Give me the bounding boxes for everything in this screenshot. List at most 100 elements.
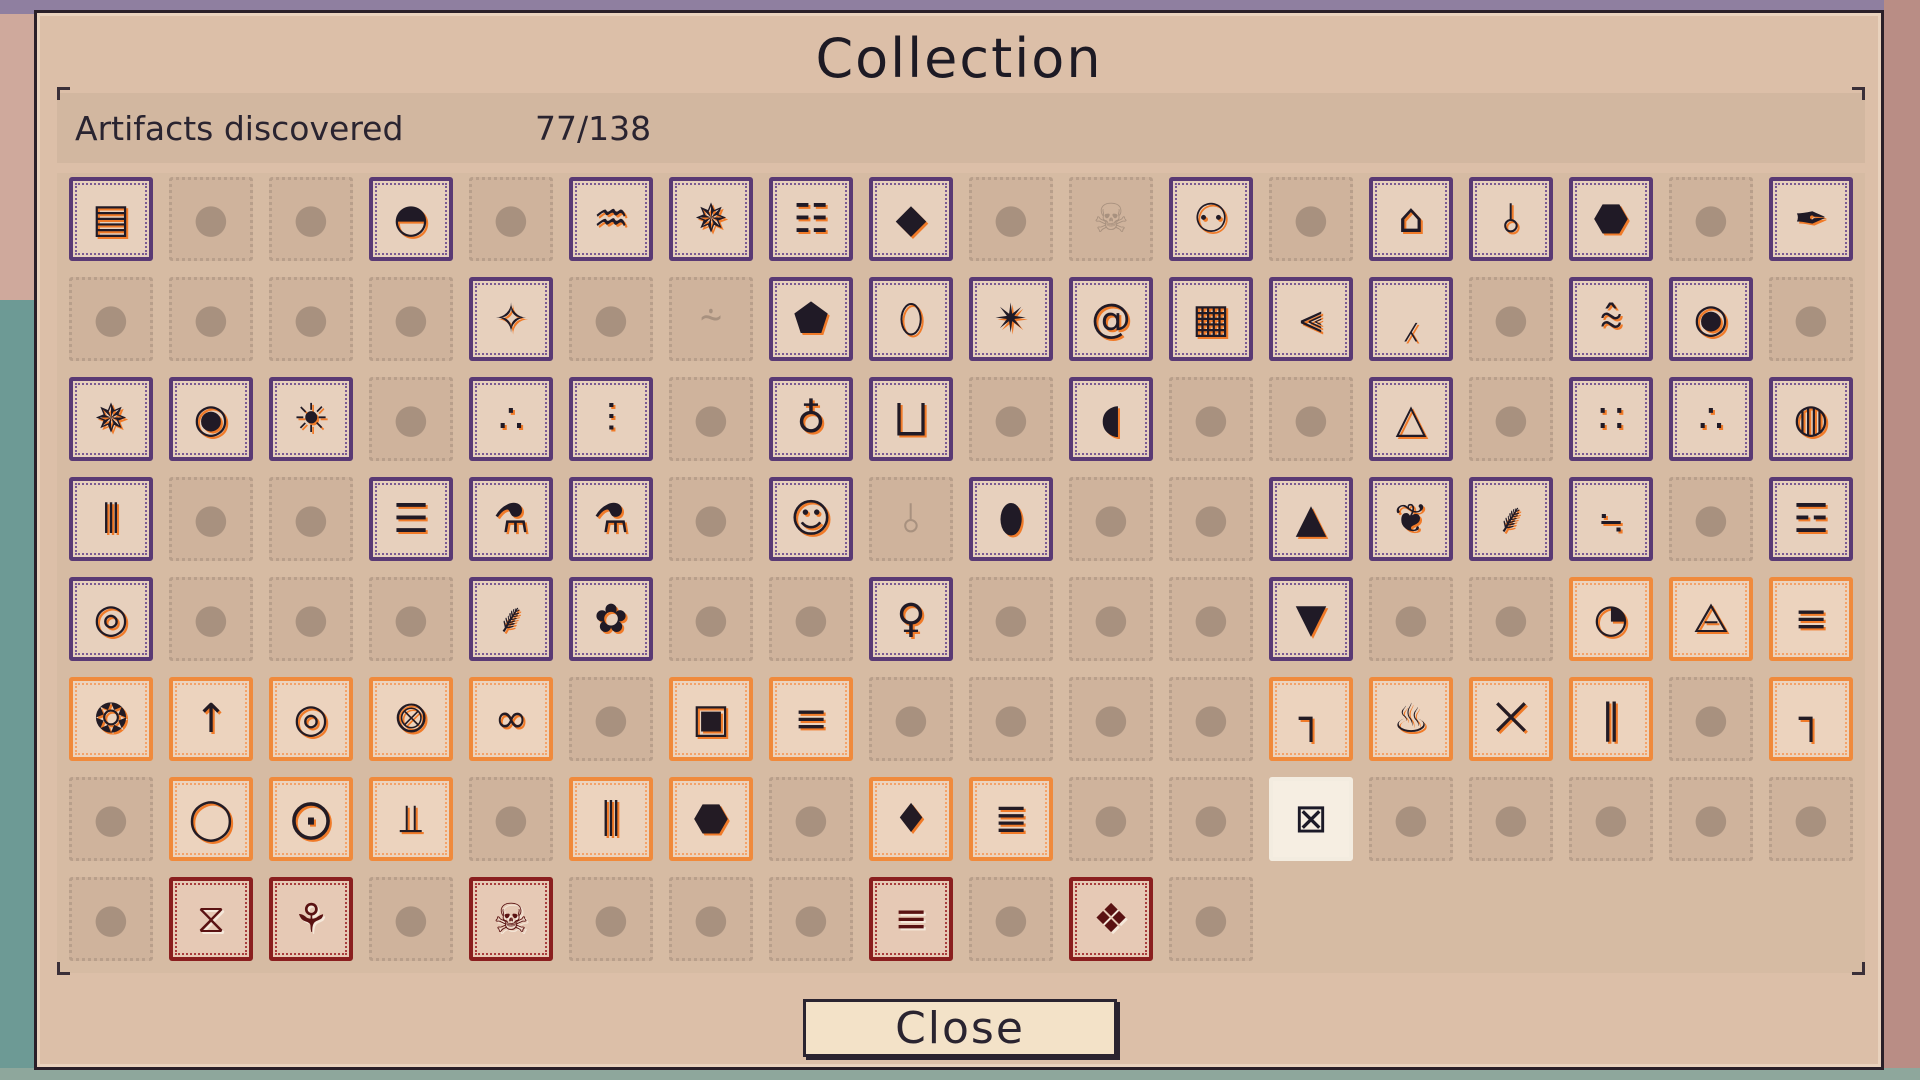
artifact-tile[interactable]: ● (1469, 277, 1553, 361)
artifact-tile[interactable]: ▣ (669, 677, 753, 761)
artifact-tile[interactable]: ● (169, 177, 253, 261)
artifact-tile[interactable]: ⚗ (469, 477, 553, 561)
artifact-tile[interactable]: ● (1169, 577, 1253, 661)
artifact-tile[interactable]: ● (769, 577, 853, 661)
artifact-tile[interactable]: ♨ (1369, 677, 1453, 761)
artifact-tile[interactable]: ☰ (369, 477, 453, 561)
artifact-tile[interactable]: ⊠ (1269, 777, 1353, 861)
artifact-tile[interactable]: ⬣ (669, 777, 753, 861)
artifact-tile[interactable]: ● (569, 277, 653, 361)
artifact-tile[interactable]: ⫫ (369, 777, 453, 861)
artifact-tile[interactable]: ◎ (69, 577, 153, 661)
artifact-tile[interactable]: ⬣ (1569, 177, 1653, 261)
artifact-tile[interactable]: ☺ (769, 477, 853, 561)
artifact-tile[interactable]: ☷ (769, 177, 853, 261)
artifact-tile[interactable]: ⨆ (869, 377, 953, 461)
artifact-tile[interactable]: ∴ (1669, 377, 1753, 461)
artifact-tile[interactable]: ● (669, 577, 753, 661)
artifact-tile[interactable]: ● (369, 277, 453, 361)
artifact-tile[interactable]: ● (1369, 777, 1453, 861)
artifact-tile[interactable]: ⨷ (369, 677, 453, 761)
artifact-tile[interactable]: ≡ (769, 677, 853, 761)
artifact-tile[interactable]: ● (269, 277, 353, 361)
artifact-tile[interactable]: ● (1669, 477, 1753, 561)
artifact-tile[interactable]: ● (1169, 777, 1253, 861)
artifact-tile[interactable]: ● (569, 677, 653, 761)
artifact-tile[interactable]: ● (1269, 177, 1353, 261)
artifact-tile[interactable]: ● (1069, 677, 1153, 761)
artifact-tile[interactable]: ⩯ (1569, 277, 1653, 361)
artifact-tile[interactable]: ≡ (869, 877, 953, 961)
artifact-tile[interactable]: ● (1069, 777, 1153, 861)
artifact-tile[interactable]: ● (369, 377, 453, 461)
artifact-tile[interactable]: ✵ (669, 177, 753, 261)
artifact-tile[interactable]: ● (869, 677, 953, 761)
artifact-tile[interactable]: ✧ (469, 277, 553, 361)
artifact-tile[interactable]: ● (1069, 477, 1153, 561)
artifact-tile[interactable]: ⬟ (769, 277, 853, 361)
artifact-tile[interactable]: ● (169, 477, 253, 561)
artifact-tile[interactable]: ✴ (969, 277, 1053, 361)
artifact-tile[interactable]: ● (1169, 477, 1253, 561)
artifact-tile[interactable]: ▲ (1269, 477, 1353, 561)
artifact-tile[interactable]: ● (1169, 677, 1253, 761)
artifact-tile[interactable]: ☲ (1769, 477, 1853, 561)
artifact-tile[interactable]: ≡ (1769, 577, 1853, 661)
artifact-tile[interactable]: ☠ (1069, 177, 1153, 261)
artifact-tile[interactable]: ⨉ (1469, 677, 1553, 761)
artifact-tile[interactable]: ● (1069, 577, 1153, 661)
artifact-tile[interactable]: ▼ (1269, 577, 1353, 661)
artifact-tile[interactable]: ∴ (469, 377, 553, 461)
artifact-tile[interactable]: ⚘ (269, 877, 353, 961)
artifact-tile[interactable]: ● (69, 277, 153, 361)
artifact-tile[interactable]: ● (169, 277, 253, 361)
artifact-tile[interactable]: ● (269, 477, 353, 561)
artifact-tile[interactable]: ♦ (869, 777, 953, 861)
artifact-tile[interactable]: ⨫ (1569, 477, 1653, 561)
artifact-tile[interactable]: ● (1769, 277, 1853, 361)
artifact-tile[interactable]: ♁ (769, 377, 853, 461)
artifact-tile[interactable]: ☀ (269, 377, 353, 461)
artifact-tile[interactable]: ● (1769, 777, 1853, 861)
artifact-tile[interactable]: ● (1169, 877, 1253, 961)
artifact-tile[interactable]: ● (1569, 777, 1653, 861)
artifact-tile[interactable]: ● (769, 877, 853, 961)
artifact-tile[interactable]: ∞ (469, 677, 553, 761)
artifact-tile[interactable]: ┐ (1269, 677, 1353, 761)
artifact-tile[interactable]: ⫴ (69, 477, 153, 561)
artifact-tile[interactable]: ⌂ (1369, 177, 1453, 261)
artifact-tile[interactable]: ♀ (869, 577, 953, 661)
close-button[interactable]: Close (803, 999, 1117, 1057)
artifact-tile[interactable]: ● (569, 877, 653, 961)
artifact-tile[interactable]: ● (1469, 777, 1553, 861)
artifact-tile[interactable]: ❖ (1069, 877, 1153, 961)
artifact-tile[interactable]: ● (469, 777, 553, 861)
artifact-tile[interactable]: ● (969, 177, 1053, 261)
artifact-tile[interactable]: ⨺ (1669, 577, 1753, 661)
artifact-tile[interactable]: ● (969, 677, 1053, 761)
artifact-tile[interactable]: ☠ (469, 877, 553, 961)
artifact-tile[interactable]: ⫰ (1469, 177, 1553, 261)
artifact-tile[interactable]: ⁁ (1369, 277, 1453, 361)
artifact-tile[interactable]: ⫷ (1269, 277, 1353, 361)
artifact-tile[interactable]: ⧖ (169, 877, 253, 961)
artifact-tile[interactable]: ● (769, 777, 853, 861)
artifact-tile[interactable]: @ (1069, 277, 1153, 361)
artifact-tile[interactable]: ⬯ (869, 277, 953, 361)
artifact-tile[interactable]: ✒ (1769, 177, 1853, 261)
artifact-tile[interactable]: ● (1369, 577, 1453, 661)
artifact-tile[interactable]: ◉ (1669, 277, 1753, 361)
artifact-tile[interactable]: ● (1669, 177, 1753, 261)
artifact-tile[interactable]: ● (669, 377, 753, 461)
artifact-tile[interactable]: ● (1169, 377, 1253, 461)
artifact-tile[interactable]: ⚗ (569, 477, 653, 561)
artifact-tile[interactable]: ◯ (169, 777, 253, 861)
artifact-tile[interactable]: ⫰ (869, 477, 953, 561)
artifact-tile[interactable]: ◍ (1769, 377, 1853, 461)
artifact-tile[interactable]: ◖ (1069, 377, 1153, 461)
artifact-tile[interactable]: ⚇ (1169, 177, 1253, 261)
artifact-tile[interactable]: ◎ (269, 677, 353, 761)
artifact-tile[interactable]: ● (669, 477, 753, 561)
artifact-tile[interactable]: ⸙ (1469, 477, 1553, 561)
artifact-tile[interactable]: ● (669, 877, 753, 961)
